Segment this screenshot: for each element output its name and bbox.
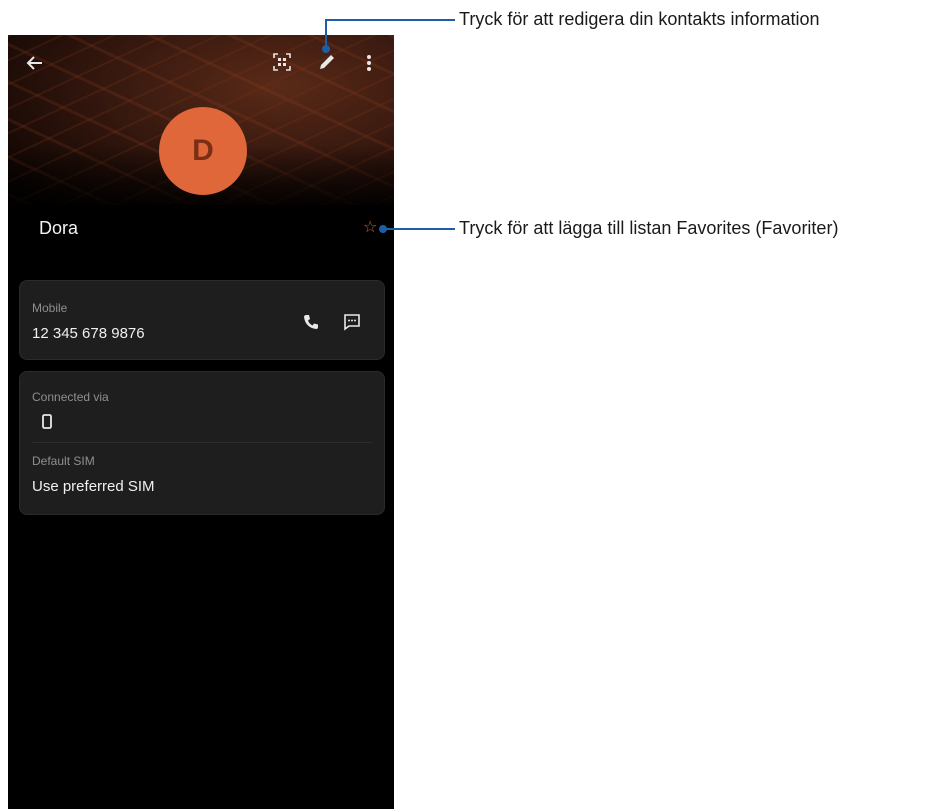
contact-avatar: D [159,107,247,195]
call-icon[interactable] [303,314,319,330]
mobile-number-card[interactable]: Mobile 12 345 678 9876 [19,280,385,360]
more-vert-icon[interactable] [366,53,372,73]
contact-detail-screen: D Dora ☆ Mobile 12 345 678 9876 Connecte… [8,35,394,809]
card-divider [32,442,372,443]
default-sim-value[interactable]: Use preferred SIM [32,478,155,495]
sim-info-card: Connected via Default SIM Use preferred … [19,371,385,515]
default-sim-label: Default SIM [32,454,95,468]
smartphone-icon [42,414,52,429]
edit-pencil-icon[interactable] [317,52,337,72]
mobile-number: 12 345 678 9876 [32,325,145,342]
mobile-label: Mobile [32,301,68,315]
edit-callout-text: Tryck för att redigera din kontakts info… [459,9,820,29]
contact-name: Dora [39,218,79,238]
message-icon[interactable] [343,313,361,331]
avatar-initial: D [192,134,214,167]
favorite-star-icon[interactable]: ☆ [363,220,377,236]
favorite-callout-text: Tryck för att lägga till listan Favorite… [459,218,839,238]
connected-via-label: Connected via [32,390,109,404]
qr-code-icon[interactable] [273,53,291,71]
back-icon[interactable] [25,53,45,73]
